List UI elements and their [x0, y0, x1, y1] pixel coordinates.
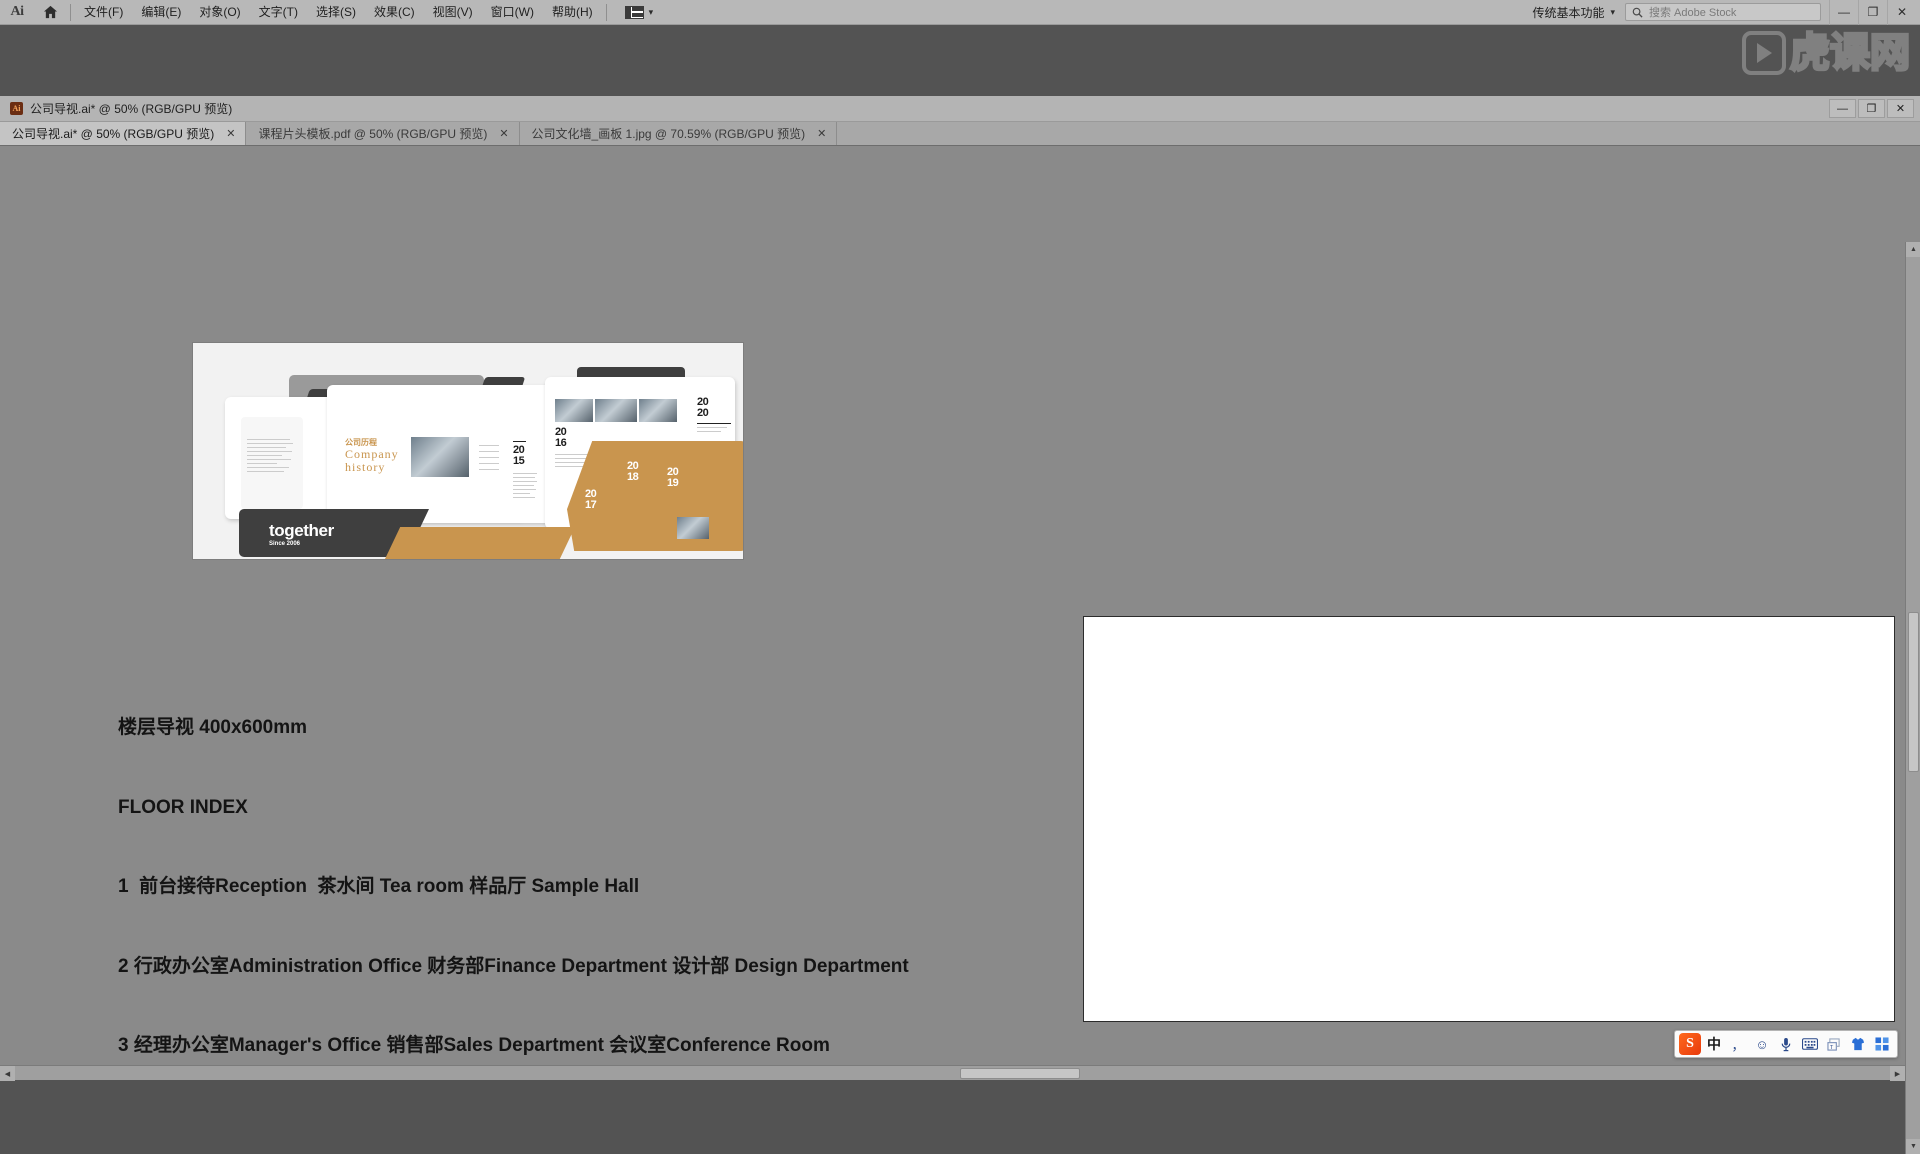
sogou-ime-toolbar[interactable]: S 中 ， ☺ T: [1674, 1030, 1898, 1058]
ime-skin-picker-icon[interactable]: [1847, 1033, 1869, 1055]
artwork-tick-lines: [479, 445, 499, 473]
scroll-right-arrow-icon[interactable]: ▶: [1890, 1066, 1905, 1081]
illustrator-logo-icon: Ai: [0, 0, 34, 25]
document-tab-1[interactable]: 公司导视.ai* @ 50% (RGB/GPU 预览) ✕: [0, 122, 246, 145]
company-history-wall-preview[interactable]: 公司历程 Company history 20 15: [192, 342, 744, 560]
menu-help[interactable]: 帮助(H): [543, 0, 602, 25]
workspace-grid-icon: [625, 6, 644, 19]
application-menu-bar: Ai 文件(F) 编辑(E) 对象(O) 文字(T) 选择(S) 效果(C) 视…: [0, 0, 1920, 25]
app-restore-button[interactable]: ❐: [1858, 0, 1887, 25]
app-close-button[interactable]: ✕: [1887, 0, 1916, 25]
artwork-inner: 公司历程 Company history 20 15: [199, 349, 737, 553]
document-restore-button[interactable]: ❐: [1858, 99, 1885, 118]
document-tab-2-label: 课程片头模板.pdf @ 50% (RGB/GPU 预览): [258, 125, 487, 142]
ime-punctuation-mode-icon[interactable]: ，: [1727, 1033, 1749, 1055]
document-window-controls: — ❐ ✕: [1827, 99, 1920, 118]
ime-voice-input-icon[interactable]: [1775, 1033, 1797, 1055]
artwork-since-label: Since 2006: [269, 541, 300, 547]
ime-language-mode-icon[interactable]: 中: [1703, 1033, 1725, 1055]
horizontal-scrollbar-thumb[interactable]: [960, 1068, 1080, 1079]
artboard-2[interactable]: [1083, 616, 1895, 1022]
search-icon: [1632, 7, 1643, 18]
document-tab-2-close-icon[interactable]: ✕: [499, 127, 508, 140]
menu-edit[interactable]: 编辑(E): [132, 0, 190, 25]
artwork-year-2015-bottom: 15: [513, 456, 537, 467]
play-badge-icon: [1742, 31, 1786, 75]
canvas-area[interactable]: 公司历程 Company history 20 15: [0, 146, 1920, 1080]
artwork-together-label: together: [269, 521, 334, 541]
document-tab-3[interactable]: 公司文化墙_画板 1.jpg @ 70.59% (RGB/GPU 预览) ✕: [520, 122, 838, 145]
artwork-year-2019-bottom: 19: [667, 478, 678, 489]
document-tab-3-close-icon[interactable]: ✕: [817, 127, 826, 140]
adobe-stock-search-input[interactable]: 搜索 Adobe Stock: [1625, 3, 1821, 21]
document-title: 公司导视.ai* @ 50% (RGB/GPU 预览): [30, 100, 232, 117]
menu-type[interactable]: 文字(T): [250, 0, 307, 25]
scroll-down-arrow-icon[interactable]: ▼: [1906, 1139, 1920, 1154]
menu-view[interactable]: 视图(V): [424, 0, 482, 25]
text-line-2: FLOOR INDEX: [118, 795, 909, 822]
workspace-switcher[interactable]: ▾: [617, 6, 662, 19]
workspace-chevron-down-icon[interactable]: ▾: [1610, 7, 1615, 18]
scroll-up-arrow-icon[interactable]: ▲: [1906, 242, 1920, 257]
artwork-text-card: [241, 417, 303, 509]
workspace-name-label[interactable]: 传统基本功能: [1526, 4, 1610, 21]
menu-select[interactable]: 选择(S): [307, 0, 365, 25]
artwork-title-en-line2: history: [345, 461, 385, 474]
ime-toolbox-icon[interactable]: [1871, 1033, 1893, 1055]
document-tab-3-label: 公司文化墙_画板 1.jpg @ 70.59% (RGB/GPU 预览): [532, 125, 806, 142]
text-line-4: 2 行政办公室Administration Office 财务部Finance …: [118, 954, 909, 981]
menu-effect[interactable]: 效果(C): [365, 0, 424, 25]
document-tab-strip: 公司导视.ai* @ 50% (RGB/GPU 预览) ✕ 课程片头模板.pdf…: [0, 122, 1920, 146]
menubar-divider: [70, 4, 71, 21]
artwork-photo-strip: [555, 399, 677, 422]
artwork-year-2017-bottom: 17: [585, 500, 596, 511]
ime-screenshot-ocr-icon[interactable]: T: [1823, 1033, 1845, 1055]
artwork-year-2020: 20 20: [697, 397, 731, 435]
floor-signage-specification-text[interactable]: 楼层导视 400x600mm FLOOR INDEX 1 前台接待Recepti…: [118, 662, 909, 1080]
document-tab-2[interactable]: 课程片头模板.pdf @ 50% (RGB/GPU 预览) ✕: [246, 122, 519, 145]
sogou-logo-icon[interactable]: S: [1679, 1033, 1701, 1055]
artwork-year-2016-bottom: 16: [555, 438, 595, 449]
artwork-photo-group: [677, 517, 709, 539]
artwork-card-lines: [247, 439, 297, 472]
scroll-left-arrow-icon[interactable]: ◀: [0, 1066, 15, 1081]
watermark: 虎课网: [1700, 28, 1910, 78]
menubar-right-cluster: 传统基本功能 ▾ 搜索 Adobe Stock — ❐ ✕: [1526, 0, 1920, 25]
text-line-3: 1 前台接待Reception 茶水间 Tea room 样品厅 Sample …: [118, 874, 909, 901]
ime-emoji-picker-icon[interactable]: ☺: [1751, 1033, 1773, 1055]
adobe-stock-search-placeholder: 搜索 Adobe Stock: [1649, 4, 1736, 20]
horizontal-scrollbar[interactable]: ◀ ▶: [0, 1065, 1905, 1080]
ai-document-icon: Ai: [10, 102, 23, 115]
document-minimize-button[interactable]: —: [1829, 99, 1856, 118]
text-line-5: 3 经理办公室Manager's Office 销售部Sales Departm…: [118, 1033, 909, 1060]
menu-file[interactable]: 文件(F): [75, 0, 132, 25]
chevron-down-icon: ▾: [649, 7, 654, 18]
document-title-bar: Ai 公司导视.ai* @ 50% (RGB/GPU 预览) — ❐ ✕: [0, 96, 1920, 122]
artwork-year-2018-bottom: 18: [627, 472, 638, 483]
artwork-photo-handshake: [411, 437, 469, 477]
menu-object[interactable]: 对象(O): [190, 0, 249, 25]
play-triangle-icon: [1757, 43, 1772, 63]
document-tab-1-close-icon[interactable]: ✕: [226, 127, 235, 140]
document-tab-1-label: 公司导视.ai* @ 50% (RGB/GPU 预览): [12, 125, 214, 142]
artwork-gold-band-bottom: [385, 527, 575, 559]
svg-text:T: T: [1830, 1045, 1834, 1051]
text-line-1: 楼层导视 400x600mm: [118, 715, 909, 742]
watermark-text: 虎课网: [1790, 30, 1910, 76]
home-icon[interactable]: [34, 0, 66, 25]
vertical-scrollbar-thumb[interactable]: [1908, 612, 1919, 772]
ime-soft-keyboard-icon[interactable]: [1799, 1033, 1821, 1055]
vertical-scrollbar[interactable]: ▲ ▼: [1905, 242, 1920, 1154]
artwork-year-2015: 20 15: [513, 441, 537, 501]
menu-window[interactable]: 窗口(W): [482, 0, 543, 25]
document-close-button[interactable]: ✕: [1887, 99, 1914, 118]
menubar-divider-2: [606, 4, 607, 21]
artwork-year-2020-bottom: 20: [697, 408, 731, 419]
app-minimize-button[interactable]: —: [1829, 0, 1858, 25]
document-window: Ai 公司导视.ai* @ 50% (RGB/GPU 预览) — ❐ ✕ 公司导…: [0, 96, 1920, 1080]
